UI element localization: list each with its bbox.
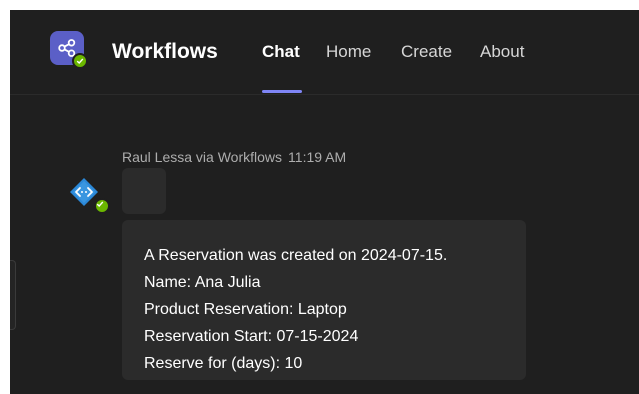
app-title: Workflows <box>112 40 218 63</box>
bot-avatar[interactable] <box>66 176 110 214</box>
message-bubble[interactable]: A Reservation was created on 2024-07-15.… <box>122 220 526 380</box>
message-line: Name: Ana Julia <box>144 274 261 291</box>
panel-resize-handle[interactable] <box>10 260 16 330</box>
message-sender: Raul Lessa via Workflows <box>122 149 283 165</box>
available-status-icon <box>94 198 110 214</box>
message-line: Reserve for (days): 10 <box>144 355 303 372</box>
active-tab-indicator <box>262 90 302 93</box>
message-line: Reservation Start: 07-15-2024 <box>144 328 359 345</box>
tab-about[interactable]: About <box>480 39 524 65</box>
workflows-app-icon[interactable] <box>50 31 88 69</box>
message-line: A Reservation was created on 2024-07-15. <box>144 247 448 264</box>
message-time: 11:19 AM <box>288 149 347 165</box>
tab-create[interactable]: Create <box>401 39 452 65</box>
app-header: Workflows Chat Home Create About <box>10 10 639 95</box>
message-line: Product Reservation: Laptop <box>144 301 347 318</box>
empty-message-bubble <box>122 168 166 214</box>
tab-chat[interactable]: Chat <box>262 39 300 65</box>
teams-app-window: Workflows Chat Home Create About Raul Le… <box>10 10 639 394</box>
tab-home[interactable]: Home <box>326 39 371 65</box>
available-status-icon <box>72 53 88 69</box>
message-meta: Raul Lessa via Workflows 11:19 AM <box>122 148 346 166</box>
